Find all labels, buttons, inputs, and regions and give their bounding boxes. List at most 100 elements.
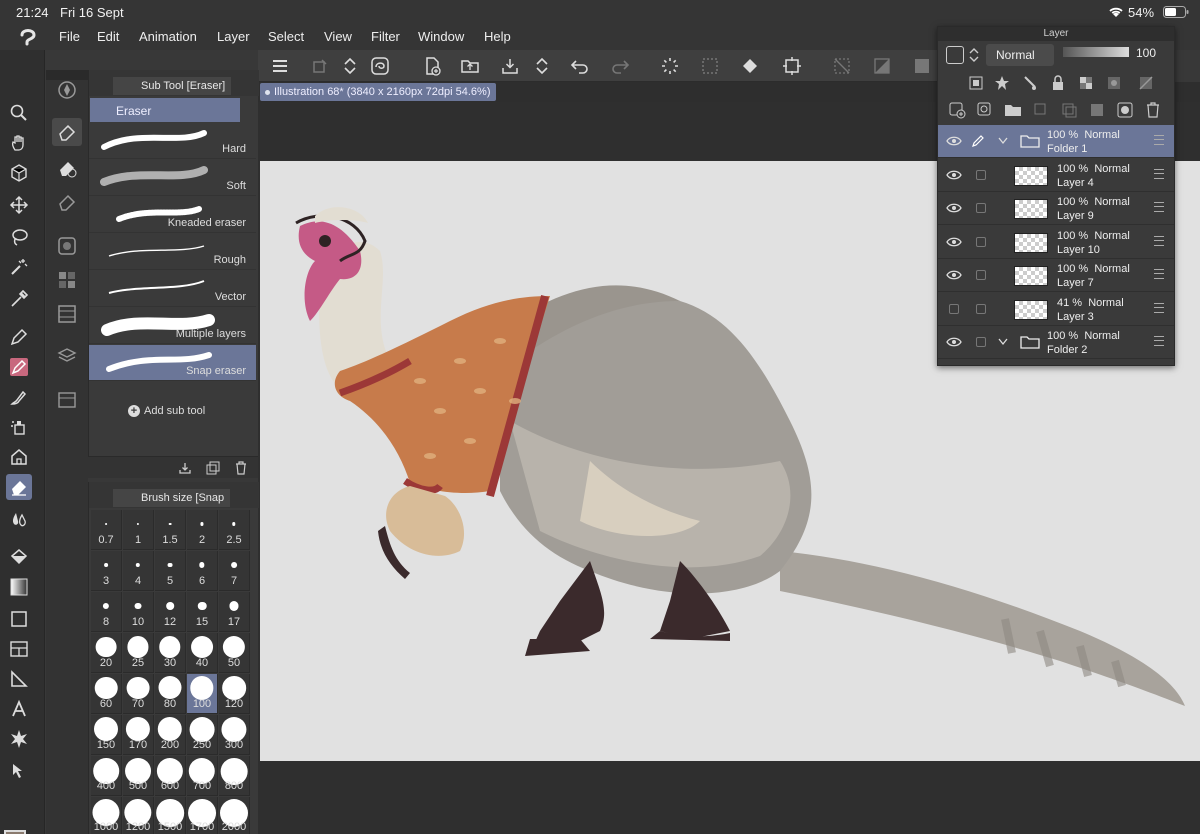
- navigator-icon[interactable]: [52, 76, 82, 104]
- palette-group-icon[interactable]: [52, 232, 82, 260]
- layer-select-checkbox[interactable]: [976, 203, 986, 213]
- loading-icon[interactable]: [658, 54, 682, 78]
- menu-help[interactable]: Help: [484, 29, 511, 44]
- lasso-icon[interactable]: [6, 224, 32, 250]
- stepper-icon-2[interactable]: [530, 54, 554, 78]
- correct-line-icon[interactable]: [6, 758, 32, 784]
- brush-size-option[interactable]: 25: [123, 633, 154, 673]
- brush-size-option[interactable]: 700: [187, 756, 218, 796]
- brush-size-option[interactable]: 17: [219, 592, 250, 632]
- fill-bucket-icon[interactable]: [738, 54, 762, 78]
- gradient-icon[interactable]: [6, 574, 32, 600]
- reference-icon[interactable]: [994, 75, 1010, 91]
- transfer-down-icon[interactable]: [1032, 101, 1050, 119]
- brush-size-option[interactable]: 10: [123, 592, 154, 632]
- balloon-icon[interactable]: [6, 726, 32, 752]
- visibility-eye-icon[interactable]: [946, 169, 962, 181]
- menu-window[interactable]: Window: [418, 29, 464, 44]
- mask-icon[interactable]: [1106, 75, 1122, 91]
- menu-file[interactable]: File: [59, 29, 80, 44]
- visibility-off-box[interactable]: [949, 303, 959, 314]
- layer-mask-icon[interactable]: [1116, 101, 1134, 119]
- document-tab[interactable]: Illustration 68* (3840 x 2160px 72dpi 54…: [260, 83, 497, 101]
- brush-size-option[interactable]: 6: [187, 551, 218, 591]
- hand-icon[interactable]: [6, 130, 32, 156]
- new-raster-layer-icon[interactable]: [948, 101, 966, 119]
- brush-size-option[interactable]: 1000: [91, 797, 122, 834]
- delete-layer-icon[interactable]: [1144, 101, 1162, 119]
- blend-icon[interactable]: [6, 506, 32, 532]
- eraser-icon[interactable]: [6, 474, 32, 500]
- text-icon[interactable]: [6, 696, 32, 722]
- eraser-group-icon-3[interactable]: [52, 188, 82, 216]
- combine-icon[interactable]: [1060, 101, 1078, 119]
- brush-size-option[interactable]: 15: [187, 592, 218, 632]
- brush-size-option[interactable]: 2000: [219, 797, 250, 834]
- layer-row[interactable]: 41 % Normal Layer 3: [938, 292, 1174, 326]
- layer-select-checkbox[interactable]: [976, 236, 986, 247]
- frame-border-icon[interactable]: [6, 636, 32, 662]
- layer-properties-icon[interactable]: [52, 342, 82, 370]
- menu-select[interactable]: Select: [268, 29, 304, 44]
- layer-menu-icon[interactable]: [1154, 269, 1164, 279]
- brush-size-option[interactable]: 400: [91, 756, 122, 796]
- menu-view[interactable]: View: [324, 29, 352, 44]
- merge-icon[interactable]: [1088, 101, 1106, 119]
- menu-layer[interactable]: Layer: [217, 29, 250, 44]
- pencil-icon[interactable]: [6, 354, 32, 380]
- 3d-object-icon[interactable]: [6, 160, 32, 186]
- layer-menu-icon[interactable]: [1154, 135, 1164, 145]
- sub-tool-multiple-layers[interactable]: Multiple layers: [89, 308, 256, 344]
- brush-size-option[interactable]: 150: [91, 715, 122, 755]
- brush-size-option[interactable]: 2: [187, 510, 218, 550]
- layer-select-checkbox[interactable]: [976, 169, 986, 180]
- menu-filter[interactable]: Filter: [371, 29, 400, 44]
- pen-icon[interactable]: [6, 324, 32, 350]
- layer-menu-icon[interactable]: [1154, 336, 1164, 346]
- eraser-group-icon-2[interactable]: [52, 154, 82, 182]
- color-swatches[interactable]: [2, 828, 42, 834]
- layer-menu-icon[interactable]: [1154, 202, 1164, 212]
- brush-size-option[interactable]: 4: [123, 551, 154, 591]
- sub-tool-rough[interactable]: Rough: [89, 234, 256, 270]
- hamburger-menu-icon[interactable]: [268, 54, 292, 78]
- layer-select-checkbox[interactable]: [976, 337, 986, 347]
- brush-size-option[interactable]: 600: [155, 756, 186, 796]
- clear-icon[interactable]: [910, 54, 934, 78]
- airbrush-icon[interactable]: [6, 414, 32, 440]
- sub-tool-hard[interactable]: Hard: [89, 123, 256, 159]
- lasso-fill-icon[interactable]: [368, 54, 392, 78]
- brush-size-option[interactable]: 70: [123, 674, 154, 714]
- clip-icon[interactable]: [968, 75, 984, 91]
- layer-select-checkbox[interactable]: [976, 270, 986, 280]
- fill-icon[interactable]: [6, 544, 32, 570]
- new-vector-layer-icon[interactable]: [976, 101, 994, 119]
- brush-size-option[interactable]: 2.5: [219, 510, 250, 550]
- stepper-icon-3[interactable]: [968, 46, 980, 64]
- brush-size-option[interactable]: 3: [91, 551, 122, 591]
- brush-size-tab[interactable]: Brush size [Snap: [113, 489, 231, 507]
- brush-size-option[interactable]: 1700: [187, 797, 218, 834]
- brush-icon[interactable]: [6, 384, 32, 410]
- transform-icon[interactable]: [308, 54, 332, 78]
- visibility-eye-icon[interactable]: [946, 236, 962, 248]
- brush-size-option[interactable]: 0.7: [91, 510, 122, 550]
- undo-icon[interactable]: [568, 54, 592, 78]
- opacity-value[interactable]: 100: [1136, 46, 1156, 60]
- visibility-eye-icon[interactable]: [946, 135, 962, 147]
- brush-size-option[interactable]: 170: [123, 715, 154, 755]
- brush-size-option[interactable]: 1.5: [155, 510, 186, 550]
- move-icon[interactable]: [6, 192, 32, 218]
- color-set-icon[interactable]: [52, 266, 82, 294]
- brush-size-option[interactable]: 12: [155, 592, 186, 632]
- add-sub-tool-button[interactable]: + Add sub tool: [128, 405, 205, 417]
- brush-size-option[interactable]: 5: [155, 551, 186, 591]
- layer-folder-row[interactable]: 100 % Normal Folder 1: [938, 125, 1174, 158]
- layer-row[interactable]: 100 % Normal Layer 9: [938, 192, 1174, 225]
- brush-size-option[interactable]: 1: [123, 510, 154, 550]
- brush-size-option[interactable]: 30: [155, 633, 186, 673]
- lock-icon[interactable]: [1050, 75, 1066, 91]
- duplicate-icon[interactable]: [206, 461, 220, 475]
- visibility-eye-icon[interactable]: [946, 269, 962, 281]
- layer-select-checkbox[interactable]: [976, 303, 986, 314]
